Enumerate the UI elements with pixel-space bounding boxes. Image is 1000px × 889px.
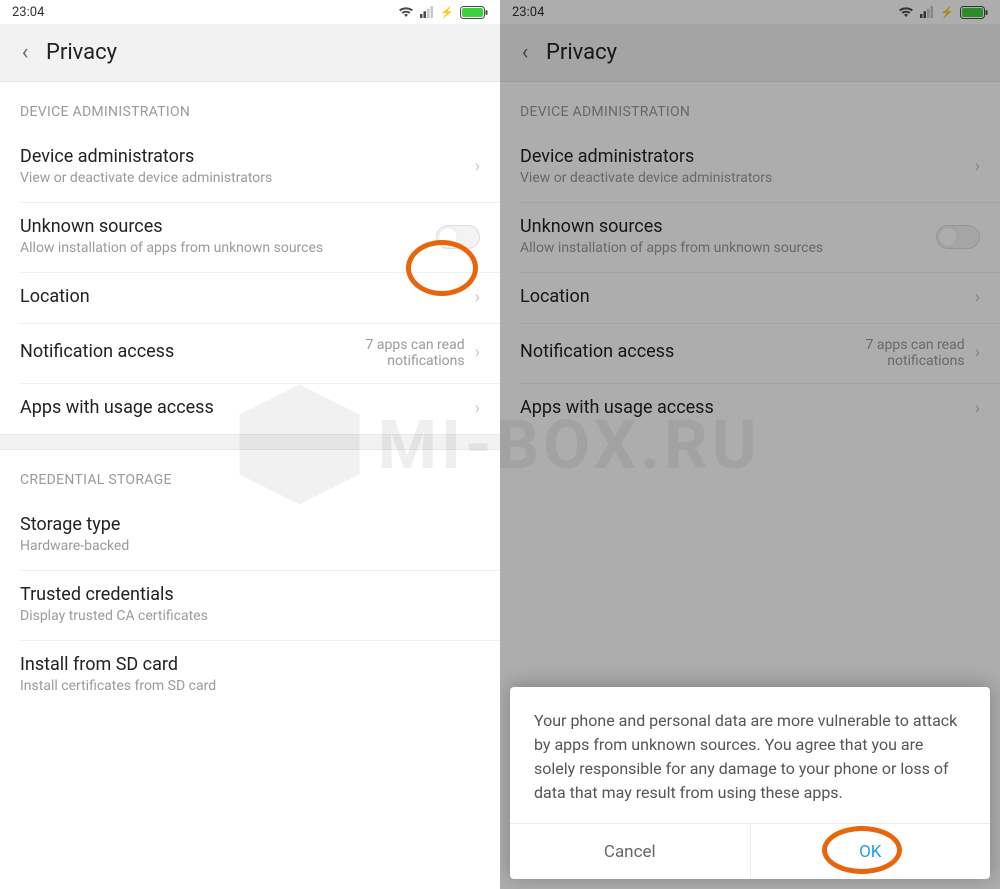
dialog-message: Your phone and personal data are more vu… (510, 687, 990, 823)
battery-icon (960, 6, 988, 19)
row-notification-access[interactable]: Notification access 7 apps can read noti… (500, 323, 1000, 383)
row-title: Device administrators (520, 146, 963, 167)
chevron-right-icon: › (975, 398, 980, 419)
wifi-icon (398, 6, 414, 18)
row-title: Apps with usage access (20, 397, 463, 418)
wifi-icon (898, 6, 914, 18)
section-device-admin: DEVICE ADMINISTRATION (500, 82, 1000, 132)
row-title: Location (520, 286, 963, 307)
row-subtitle: Allow installation of apps from unknown … (20, 239, 424, 258)
row-value: 7 apps can read notifications (305, 337, 465, 369)
header: ‹ Privacy (500, 24, 1000, 82)
row-title: Device administrators (20, 146, 463, 167)
section-divider (0, 434, 500, 450)
signal-icon (420, 6, 434, 18)
row-title: Location (20, 286, 463, 307)
status-bar: 23:04 ⚡ (500, 0, 1000, 24)
row-subtitle: Display trusted CA certificates (20, 607, 480, 626)
chevron-right-icon: › (975, 287, 980, 308)
row-subtitle: Install certificates from SD card (20, 677, 480, 696)
row-usage-access[interactable]: Apps with usage access › (0, 383, 500, 434)
section-device-admin: DEVICE ADMINISTRATION (0, 82, 500, 132)
page-title: Privacy (546, 40, 617, 65)
row-device-administrators[interactable]: Device administrators View or deactivate… (0, 132, 500, 202)
row-subtitle: Allow installation of apps from unknown … (520, 239, 924, 258)
ok-button[interactable]: OK (751, 824, 991, 879)
chevron-right-icon: › (975, 342, 980, 363)
row-storage-type[interactable]: Storage type Hardware-backed (0, 500, 500, 570)
status-time: 23:04 (12, 5, 44, 20)
row-title: Apps with usage access (520, 397, 963, 418)
right-screenshot: 23:04 ⚡ ‹ Privacy DEVICE ADMINISTRATION … (500, 0, 1000, 889)
left-screenshot: 23:04 ⚡ ‹ Privacy DEVICE ADMINISTRATION … (0, 0, 500, 889)
battery-icon (460, 6, 488, 19)
row-location[interactable]: Location › (0, 272, 500, 323)
row-notification-access[interactable]: Notification access 7 apps can read noti… (0, 323, 500, 383)
row-trusted-credentials[interactable]: Trusted credentials Display trusted CA c… (0, 570, 500, 640)
row-install-from-sd[interactable]: Install from SD card Install certificate… (0, 640, 500, 710)
settings-list: DEVICE ADMINISTRATION Device administrat… (500, 82, 1000, 434)
charging-icon: ⚡ (940, 6, 954, 19)
row-value: 7 apps can read notifications (805, 337, 965, 369)
row-title: Trusted credentials (20, 584, 480, 605)
status-time: 23:04 (512, 5, 544, 20)
status-bar: 23:04 ⚡ (0, 0, 500, 24)
back-icon[interactable]: ‹ (14, 40, 36, 65)
settings-list: DEVICE ADMINISTRATION Device administrat… (0, 82, 500, 709)
back-icon[interactable]: ‹ (514, 40, 536, 65)
header: ‹ Privacy (0, 24, 500, 82)
row-usage-access[interactable]: Apps with usage access › (500, 383, 1000, 434)
row-title: Unknown sources (520, 216, 924, 237)
row-subtitle: Hardware-backed (20, 537, 480, 556)
charging-icon: ⚡ (440, 6, 454, 19)
row-title: Notification access (20, 341, 293, 362)
row-device-administrators[interactable]: Device administrators View or deactivate… (500, 132, 1000, 202)
confirm-dialog: Your phone and personal data are more vu… (510, 687, 990, 879)
row-location[interactable]: Location › (500, 272, 1000, 323)
row-title: Storage type (20, 514, 480, 535)
signal-icon (920, 6, 934, 18)
status-icons: ⚡ (898, 6, 988, 19)
section-credential-storage: CREDENTIAL STORAGE (0, 450, 500, 500)
chevron-right-icon: › (475, 342, 480, 363)
row-unknown-sources[interactable]: Unknown sources Allow installation of ap… (0, 202, 500, 272)
row-title: Notification access (520, 341, 793, 362)
status-icons: ⚡ (398, 6, 488, 19)
chevron-right-icon: › (475, 156, 480, 177)
cancel-button[interactable]: Cancel (510, 824, 751, 879)
page-title: Privacy (46, 40, 117, 65)
row-subtitle: View or deactivate device administrators (20, 169, 463, 188)
row-unknown-sources[interactable]: Unknown sources Allow installation of ap… (500, 202, 1000, 272)
unknown-sources-toggle[interactable] (436, 225, 480, 249)
unknown-sources-toggle[interactable] (936, 225, 980, 249)
chevron-right-icon: › (975, 156, 980, 177)
row-title: Install from SD card (20, 654, 480, 675)
row-title: Unknown sources (20, 216, 424, 237)
chevron-right-icon: › (475, 287, 480, 308)
chevron-right-icon: › (475, 398, 480, 419)
row-subtitle: View or deactivate device administrators (520, 169, 963, 188)
